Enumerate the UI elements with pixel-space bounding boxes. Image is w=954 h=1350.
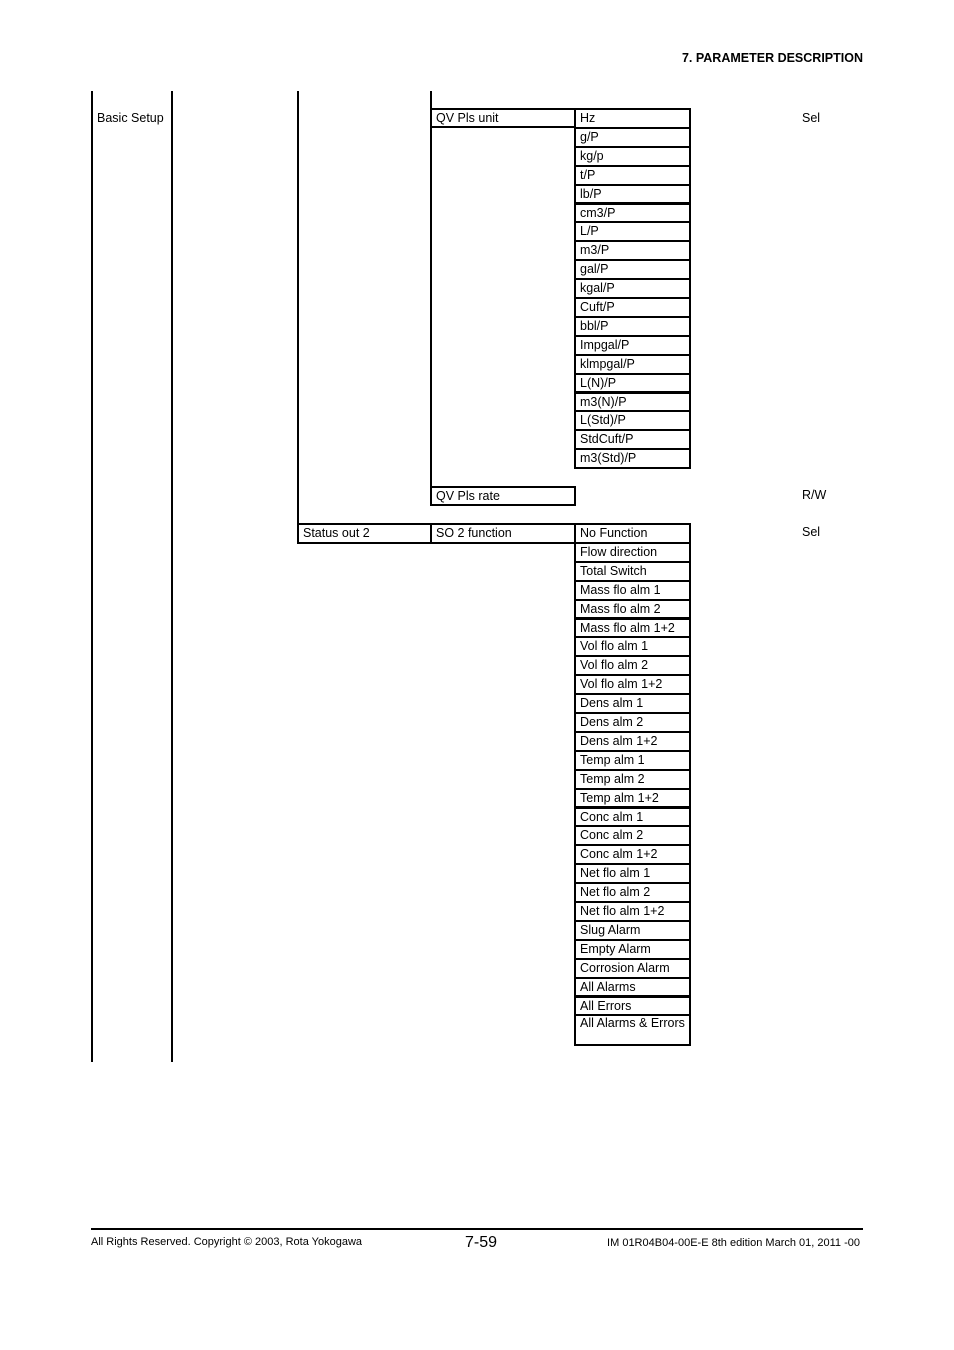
option-item: StdCuft/P (574, 429, 691, 451)
menu-basic-setup: Basic Setup (97, 111, 164, 125)
page-number: 7-59 (465, 1234, 498, 1251)
footer-doc-id: IM 01R04B04-00E-E 8th edition March 01, … (607, 1237, 860, 1249)
option-item: Net flo alm 2 (574, 882, 691, 903)
option-item: Corrosion Alarm (574, 957, 691, 979)
option-item: No Function (574, 523, 691, 544)
option-item: t/P (574, 164, 691, 186)
option-item: Conc alm 2 (574, 825, 691, 847)
footer-copyright: All Rights Reserved. Copyright © 2003, R… (91, 1236, 363, 1248)
option-item: Flow direction (574, 541, 691, 563)
access-so2-function: Sel (802, 525, 821, 539)
tree-line-level4 (430, 91, 432, 505)
option-item: m3(N)/P (574, 391, 691, 413)
option-item: Slug Alarm (574, 919, 691, 941)
option-item: Dens alm 2 (574, 712, 691, 733)
tree-line-level2 (171, 91, 173, 1062)
option-item: cm3/P (574, 202, 691, 224)
option-item: Net flo alm 1 (574, 863, 691, 885)
option-item: m3(Std)/P (574, 448, 691, 470)
option-item: All Alarms (574, 976, 691, 998)
option-item: L(N)/P (574, 372, 691, 394)
option-item: Conc alm 1+2 (574, 844, 691, 866)
option-item: Temp alm 1+2 (574, 787, 691, 809)
param-qv-pls-unit: QV Pls unit (430, 108, 576, 128)
option-item: Dens alm 1+2 (574, 730, 691, 752)
option-item: m3/P (574, 240, 691, 262)
option-item: Mass flo alm 1+2 (574, 617, 691, 639)
access-qv-pls-rate: R/W (802, 488, 827, 502)
option-item: Cuft/P (574, 297, 691, 318)
option-item: lb/P (574, 183, 691, 205)
option-item: klmpgal/P (574, 353, 691, 375)
option-item: Temp alm 1 (574, 749, 691, 771)
option-item: L/P (574, 221, 691, 243)
param-qv-pls-rate: QV Pls rate (430, 486, 576, 506)
option-item: bbl/P (574, 315, 691, 337)
option-item: g/P (574, 126, 691, 148)
option-item: Impgal/P (574, 334, 691, 356)
section-title: 7. PARAMETER DESCRIPTION (681, 51, 863, 65)
option-item: Vol flo alm 1 (574, 636, 691, 658)
option-item: kg/p (574, 145, 691, 167)
option-item: Mass flo alm 1 (574, 579, 691, 601)
option-item: Vol flo alm 1+2 (574, 674, 691, 696)
access-qv-pls-unit: Sel (802, 111, 821, 125)
tree-line-level3 (297, 91, 299, 543)
option-item: Empty Alarm (574, 938, 691, 960)
option-item: Hz (574, 108, 691, 129)
option-item: kgal/P (574, 278, 691, 299)
option-item: Mass flo alm 2 (574, 598, 691, 620)
option-item: Total Switch (574, 560, 691, 582)
option-item: All Alarms & Errors (574, 1014, 691, 1047)
option-item: Net flo alm 1+2 (574, 901, 691, 922)
option-item: Temp alm 2 (574, 768, 691, 790)
option-item: gal/P (574, 259, 691, 281)
tree-line-level1 (91, 91, 93, 1062)
menu-status-out-2: Status out 2 (297, 523, 432, 544)
option-item: Vol flo alm 2 (574, 655, 691, 677)
option-item: Dens alm 1 (574, 693, 691, 714)
option-item: L(Std)/P (574, 410, 691, 432)
param-so2-function: SO 2 function (430, 523, 576, 544)
option-item: Conc alm 1 (574, 806, 691, 828)
footer-divider (91, 1228, 863, 1230)
option-item: All Errors (574, 995, 691, 1017)
